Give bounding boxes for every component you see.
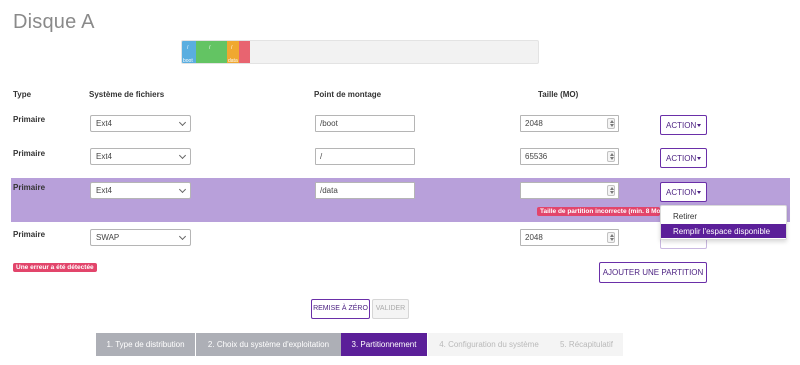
filesystem-value: Ext4 (96, 186, 113, 195)
segment-top-label: / (187, 45, 189, 51)
caret-down-icon (697, 157, 701, 160)
size-input[interactable] (520, 182, 619, 199)
step-os-choice[interactable]: 2. Choix du système d'exploitation (196, 333, 341, 356)
column-header-size: Taille (MO) (538, 90, 579, 99)
caret-down-icon (697, 191, 701, 194)
action-dropdown-button-open[interactable]: ACTION (660, 182, 707, 202)
action-dropdown-button[interactable]: ACTION (660, 148, 707, 168)
action-label: ACTION (666, 154, 697, 163)
filesystem-select[interactable]: Ext4 (90, 148, 191, 165)
spinner-arrows-icon[interactable] (607, 232, 615, 243)
column-header-type: Type (13, 90, 32, 99)
size-value: 2048 (525, 119, 543, 128)
row-type-label: Primaire (13, 115, 46, 124)
error-summary-badge: Une erreur a été détectée (13, 263, 97, 272)
validate-button[interactable]: VALIDER (372, 299, 409, 319)
segment-top-label: / (209, 45, 211, 51)
segment-bottom-label: data (228, 58, 238, 64)
reset-button[interactable]: REMISE À ZÉRO (311, 299, 370, 319)
size-value: 65536 (525, 152, 548, 161)
action-label: ACTION (666, 121, 697, 130)
spinner-arrows-icon[interactable] (607, 185, 615, 196)
size-input[interactable]: 2048 (520, 229, 619, 246)
step-distribution-type[interactable]: 1. Type de distribution (96, 333, 195, 356)
size-input[interactable]: 2048 (520, 115, 619, 132)
action-label: ACTION (666, 188, 697, 197)
menu-item-fill-space[interactable]: Remplir l'espace disponible (661, 224, 786, 238)
action-dropdown-button[interactable]: ACTION (660, 115, 707, 135)
filesystem-select[interactable]: SWAP (90, 229, 191, 246)
filesystem-select[interactable]: Ext4 (90, 115, 191, 132)
size-value: 2048 (525, 233, 543, 242)
column-header-mount: Point de montage (314, 90, 382, 99)
chevron-down-icon (178, 185, 187, 194)
mount-point-input[interactable]: / (315, 148, 415, 165)
segment-bottom-label: boot (183, 58, 193, 64)
partition-usage-bar: / boot / / data (181, 40, 539, 64)
filesystem-value: Ext4 (96, 119, 113, 128)
step-partitioning[interactable]: 3. Partitionnement (341, 333, 427, 356)
chevron-down-icon (178, 232, 187, 241)
spinner-arrows-icon[interactable] (607, 118, 615, 129)
disk-title: Disque A (13, 11, 95, 33)
segment-top-label: / (231, 45, 233, 51)
partition-segment-boot[interactable]: / boot (182, 41, 196, 64)
caret-down-icon (697, 124, 701, 127)
action-dropdown-menu: Retirer Remplir l'espace disponible (660, 205, 787, 240)
menu-item-remove[interactable]: Retirer (661, 209, 786, 223)
size-input[interactable]: 65536 (520, 148, 619, 165)
mount-point-input[interactable]: /boot (315, 115, 415, 132)
step-summary: 5. Récapitulatif (550, 333, 623, 356)
partition-segment-data[interactable]: / data (227, 41, 239, 64)
chevron-down-icon (178, 118, 187, 127)
mount-point-input[interactable]: /data (315, 182, 415, 199)
column-header-filesystem: Système de fichiers (89, 90, 165, 99)
size-error-badge: Taille de partition incorrecte (min. 8 M… (537, 207, 660, 216)
step-system-config: 4. Configuration du système (428, 333, 550, 356)
spinner-arrows-icon[interactable] (607, 151, 615, 162)
filesystem-value: SWAP (96, 233, 120, 242)
row-type-label: Primaire (13, 183, 46, 192)
partition-segment-swap[interactable] (239, 41, 250, 63)
add-partition-button[interactable]: AJOUTER UNE PARTITION (599, 262, 707, 283)
filesystem-value: Ext4 (96, 152, 113, 161)
row-type-label: Primaire (13, 149, 46, 158)
filesystem-select[interactable]: Ext4 (90, 182, 191, 199)
row-type-label: Primaire (13, 230, 46, 239)
chevron-down-icon (178, 151, 187, 160)
partition-segment-root[interactable]: / (196, 41, 227, 63)
